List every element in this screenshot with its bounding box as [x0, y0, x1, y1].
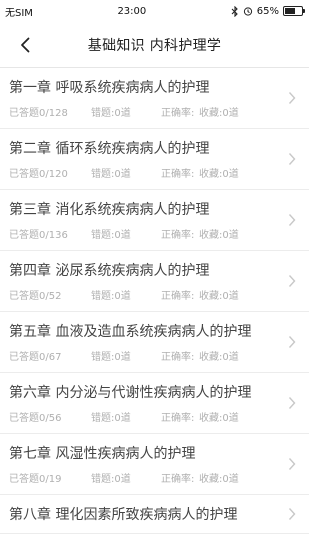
bluetooth-icon — [231, 5, 238, 17]
clock: 23:00 — [117, 5, 147, 17]
chapter-row[interactable]: 第七章 风湿性疾病病人的护理 已答题0/19 错题:0道 正确率: 收藏:0道 — [0, 434, 309, 495]
chapter-row[interactable]: 第一章 呼吸系统疾病病人的护理 已答题0/128 错题:0道 正确率: 收藏:0… — [0, 68, 309, 129]
accuracy-label: 正确率: — [161, 108, 195, 119]
chapter-title: 第四章 泌尿系统疾病病人的护理 — [9, 263, 210, 279]
chapter-title: 第七章 风湿性疾病病人的护理 — [9, 446, 196, 462]
chapter-title: 第八章 理化因素所致疾病病人的护理 — [9, 507, 238, 523]
chevron-right-icon — [288, 397, 296, 409]
chapter-stats: 已答题0/120 错题:0道 正确率: 收藏:0道 — [9, 169, 279, 181]
wrong-count: 错题:0道 — [91, 230, 131, 241]
wrong-count: 错题:0道 — [91, 413, 131, 424]
chevron-right-icon — [288, 275, 296, 287]
chapter-stats: 已答题0/136 错题:0道 正确率: 收藏:0道 — [9, 230, 279, 242]
chapter-row[interactable]: 第三章 消化系统疾病病人的护理 已答题0/136 错题:0道 正确率: 收藏:0… — [0, 190, 309, 251]
chevron-right-icon — [288, 92, 296, 104]
chevron-right-icon — [288, 214, 296, 226]
page-title: 基础知识 内科护理学 — [87, 37, 222, 54]
chapter-list: 第一章 呼吸系统疾病病人的护理 已答题0/128 错题:0道 正确率: 收藏:0… — [0, 68, 309, 534]
nav-bar: 基础知识 内科护理学 — [0, 22, 309, 68]
status-bar: 无SIM 23:00 65% — [0, 0, 309, 22]
favorites-count: 收藏:0道 — [199, 108, 239, 119]
chapter-title: 第五章 血液及造血系统疾病病人的护理 — [9, 324, 252, 340]
chapter-stats: 已答题0/67 错题:0道 正确率: 收藏:0道 — [9, 352, 279, 364]
alarm-icon — [243, 7, 252, 16]
favorites-count: 收藏:0道 — [199, 291, 239, 302]
chevron-right-icon — [288, 153, 296, 165]
chevron-right-icon — [288, 458, 296, 470]
chevron-left-icon — [21, 37, 30, 53]
wrong-count: 错题:0道 — [91, 474, 131, 485]
wrong-count: 错题:0道 — [91, 352, 131, 363]
favorites-count: 收藏:0道 — [199, 474, 239, 485]
chapter-row[interactable]: 第八章 理化因素所致疾病病人的护理 — [0, 495, 309, 534]
answered-count: 已答题0/56 — [9, 413, 62, 424]
status-indicators: 65% — [231, 5, 305, 17]
accuracy-label: 正确率: — [161, 474, 195, 485]
accuracy-label: 正确率: — [161, 352, 195, 363]
answered-count: 已答题0/67 — [9, 352, 62, 363]
accuracy-label: 正确率: — [161, 169, 195, 180]
favorites-count: 收藏:0道 — [199, 230, 239, 241]
battery-percent: 65% — [256, 5, 279, 17]
back-button[interactable] — [14, 34, 36, 56]
battery-icon — [283, 6, 305, 16]
chapter-stats: 已答题0/52 错题:0道 正确率: 收藏:0道 — [9, 291, 279, 303]
answered-count: 已答题0/120 — [9, 169, 68, 180]
chapter-stats: 已答题0/56 错题:0道 正确率: 收藏:0道 — [9, 413, 279, 425]
wrong-count: 错题:0道 — [91, 291, 131, 302]
accuracy-label: 正确率: — [161, 291, 195, 302]
wrong-count: 错题:0道 — [91, 169, 131, 180]
answered-count: 已答题0/52 — [9, 291, 62, 302]
chapter-title: 第三章 消化系统疾病病人的护理 — [9, 202, 210, 218]
chapter-title: 第一章 呼吸系统疾病病人的护理 — [9, 80, 210, 96]
chapter-stats: 已答题0/128 错题:0道 正确率: 收藏:0道 — [9, 108, 279, 120]
favorites-count: 收藏:0道 — [199, 413, 239, 424]
favorites-count: 收藏:0道 — [199, 169, 239, 180]
chevron-right-icon — [288, 336, 296, 348]
answered-count: 已答题0/19 — [9, 474, 62, 485]
chevron-right-icon — [288, 508, 296, 520]
carrier-label: 无SIM — [5, 7, 33, 19]
chapter-row[interactable]: 第二章 循环系统疾病病人的护理 已答题0/120 错题:0道 正确率: 收藏:0… — [0, 129, 309, 190]
accuracy-label: 正确率: — [161, 230, 195, 241]
chapter-row[interactable]: 第六章 内分泌与代谢性疾病病人的护理 已答题0/56 错题:0道 正确率: 收藏… — [0, 373, 309, 434]
answered-count: 已答题0/128 — [9, 108, 68, 119]
chapter-row[interactable]: 第四章 泌尿系统疾病病人的护理 已答题0/52 错题:0道 正确率: 收藏:0道 — [0, 251, 309, 312]
accuracy-label: 正确率: — [161, 413, 195, 424]
wrong-count: 错题:0道 — [91, 108, 131, 119]
answered-count: 已答题0/136 — [9, 230, 68, 241]
favorites-count: 收藏:0道 — [199, 352, 239, 363]
chapter-title: 第六章 内分泌与代谢性疾病病人的护理 — [9, 385, 252, 401]
chapter-stats: 已答题0/19 错题:0道 正确率: 收藏:0道 — [9, 474, 279, 486]
battery-fill — [285, 8, 296, 14]
chapter-row[interactable]: 第五章 血液及造血系统疾病病人的护理 已答题0/67 错题:0道 正确率: 收藏… — [0, 312, 309, 373]
chapter-title: 第二章 循环系统疾病病人的护理 — [9, 141, 210, 157]
